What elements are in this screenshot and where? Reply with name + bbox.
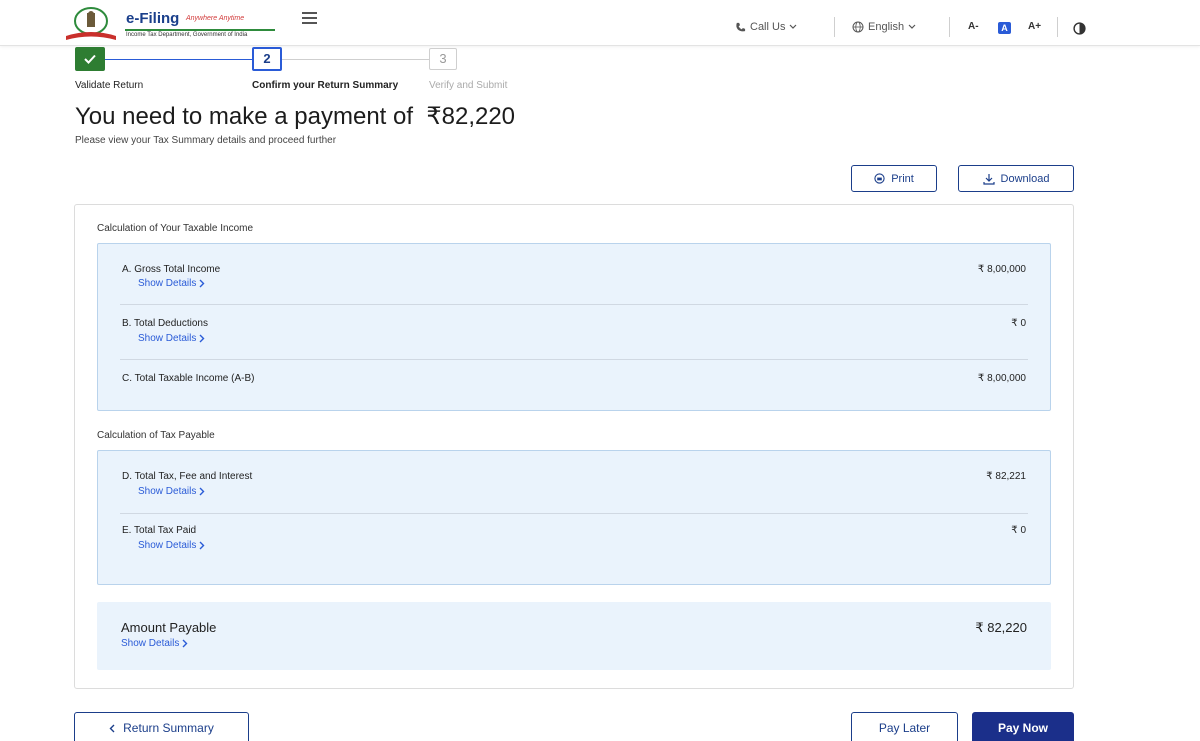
show-details-label: Show Details (138, 333, 197, 344)
download-button[interactable]: Download (958, 165, 1074, 192)
show-details-link[interactable]: Show Details (138, 333, 205, 344)
income-row-gross: A. Gross Total Income ₹ 8,00,000 Show De… (98, 244, 1050, 304)
return-summary-label: Return Summary (123, 721, 214, 735)
call-us-dropdown[interactable]: Call Us (735, 21, 797, 33)
font-default-button[interactable]: A (998, 22, 1011, 34)
tax-payable-section-title: Calculation of Tax Payable (97, 430, 215, 441)
show-details-link[interactable]: Show Details (138, 486, 205, 497)
chevron-down-icon (790, 24, 797, 29)
show-details-label: Show Details (138, 486, 197, 497)
chevron-right-icon (199, 487, 205, 496)
row-label: C. Total Taxable Income (A-B) (122, 373, 255, 384)
contrast-icon[interactable] (1073, 22, 1086, 35)
language-dropdown[interactable]: English (852, 21, 916, 33)
print-icon (874, 173, 885, 184)
row-label: A. Gross Total Income (122, 264, 221, 275)
chevron-right-icon (182, 639, 188, 648)
font-increase-button[interactable]: A+ (1028, 21, 1041, 32)
taxable-income-panel: A. Gross Total Income ₹ 8,00,000 Show De… (97, 243, 1051, 411)
taxable-income-section-title: Calculation of Your Taxable Income (97, 223, 254, 234)
income-row-taxable: C. Total Taxable Income (A-B) ₹ 8,00,000 (98, 359, 1050, 409)
return-summary-button[interactable]: Return Summary (74, 712, 249, 741)
chevron-right-icon (199, 541, 205, 550)
pay-later-button[interactable]: Pay Later (851, 712, 958, 741)
stepper-connector (282, 59, 429, 60)
logo-tagline: Anywhere Anytime (186, 15, 245, 22)
step-2-indicator: 2 (252, 47, 282, 71)
chevron-right-icon (199, 279, 205, 288)
phone-icon (736, 22, 746, 31)
step-2-label: Confirm your Return Summary (252, 80, 399, 91)
check-icon (84, 54, 96, 64)
step-1-label: Validate Return (75, 80, 144, 91)
call-us-label: Call Us (750, 21, 786, 33)
language-label: English (868, 21, 905, 33)
download-label: Download (1000, 172, 1050, 185)
header-divider (1057, 17, 1058, 37)
amount-payable-label: Amount Payable (121, 620, 217, 635)
chevron-left-icon (109, 724, 115, 732)
show-details-label: Show Details (138, 278, 197, 289)
row-label: D. Total Tax, Fee and Interest (122, 471, 253, 482)
step-3-label: Verify and Submit (429, 80, 508, 91)
row-value: ₹ 8,00,000 (977, 264, 1026, 275)
chevron-right-icon (199, 334, 205, 343)
income-row-deductions: B. Total Deductions ₹ 0 Show Details (98, 304, 1050, 359)
page-title: You need to make a payment of ₹82,220 (75, 103, 516, 130)
font-decrease-button[interactable]: A- (968, 21, 979, 32)
tax-row-total-tax: D. Total Tax, Fee and Interest ₹ 82,221 … (98, 451, 1050, 513)
logo-subtitle: Income Tax Department, Government of Ind… (126, 32, 248, 38)
chevron-down-icon (908, 24, 916, 29)
row-value: ₹ 82,221 (986, 471, 1026, 482)
header-divider (949, 17, 950, 37)
pay-now-button[interactable]: Pay Now (972, 712, 1074, 741)
emblem-logo-icon (66, 7, 116, 40)
header-divider (834, 17, 835, 37)
amount-payable-value: ₹ 82,220 (975, 620, 1027, 635)
show-details-link[interactable]: Show Details (138, 540, 205, 551)
download-icon (982, 173, 995, 185)
logo-title: e-Filing (126, 10, 180, 27)
show-details-label: Show Details (121, 638, 180, 649)
show-details-link[interactable]: Show Details (138, 278, 205, 289)
row-value: ₹ 0 (1011, 525, 1026, 536)
row-value: ₹ 8,00,000 (977, 373, 1026, 384)
globe-icon (852, 21, 864, 33)
tax-row-tax-paid: E. Total Tax Paid ₹ 0 Show Details (98, 513, 1050, 583)
amount-payable-panel: Amount Payable ₹ 82,220 Show Details (97, 602, 1051, 670)
step-3-indicator: 3 (429, 48, 457, 70)
row-label: E. Total Tax Paid (122, 525, 197, 536)
print-button[interactable]: Print (851, 165, 937, 192)
step-1-indicator (75, 47, 105, 71)
logo-underline (125, 29, 275, 31)
row-label: B. Total Deductions (122, 318, 208, 329)
hamburger-menu-icon[interactable] (302, 12, 317, 24)
row-value: ₹ 0 (1011, 318, 1026, 329)
show-details-link[interactable]: Show Details (121, 638, 188, 649)
top-header: e-Filing Anywhere Anytime Income Tax Dep… (0, 0, 1200, 46)
show-details-label: Show Details (138, 540, 197, 551)
stepper-connector (105, 59, 252, 60)
print-label: Print (891, 172, 914, 185)
page-subtitle: Please view your Tax Summary details and… (75, 135, 337, 146)
tax-payable-panel: D. Total Tax, Fee and Interest ₹ 82,221 … (97, 450, 1051, 585)
